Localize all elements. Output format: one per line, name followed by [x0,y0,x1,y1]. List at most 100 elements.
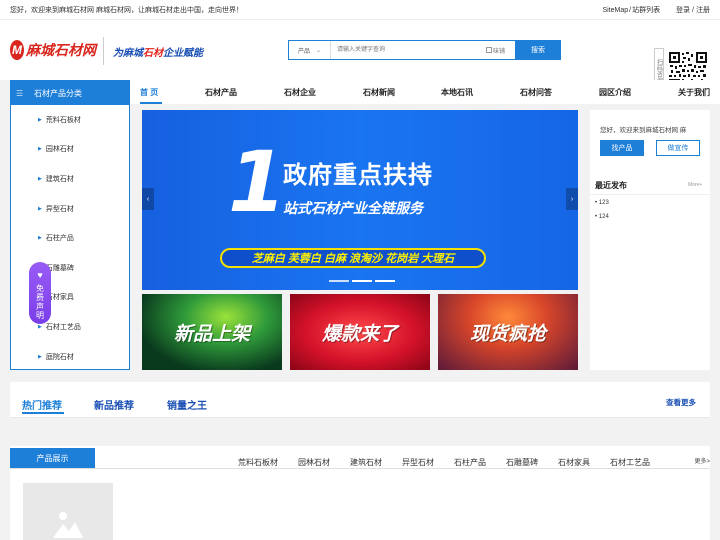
see-more-link[interactable]: 查看更多 [666,397,696,408]
hero-banner[interactable]: 1 政府重点扶持 站式石材产业全链服务 芝麻白 芙蓉白 白麻 浪淘沙 花岗岩 大… [142,110,578,290]
latest-item-label: 124 [598,214,609,220]
menu-icon: ☰ [16,88,24,98]
sidebar-item[interactable]: ▶ 建筑石材 [11,164,129,194]
logo-mark-icon: M [10,40,24,60]
separator: / [692,7,694,14]
latest-title: 最近发布 [595,181,627,190]
latest-more-link[interactable]: More+ [688,182,702,188]
search-category-value: 产品 [297,48,310,55]
triangle-right-icon: ▶ [38,116,42,123]
top-links: SiteMap/站群列表 登录 / 注册 [598,5,710,15]
tab-best-sellers[interactable]: 销量之王 [167,397,207,412]
nav-item-park[interactable]: 园区介绍 [599,87,631,98]
product-section-title: 产品展示 [10,448,95,468]
product-category-link[interactable]: 石材家具 [558,457,590,468]
sidebar-item[interactable]: ▶ 石柱产品 [11,223,129,253]
sidebar-item[interactable]: ▶ 庭院石材 [11,342,129,372]
user-greeting: 您好，欢迎来到麻城石材网 麻 [600,127,687,134]
main-nav: 首 页 石材产品 石材企业 石材新闻 本地石讯 石材问答 园区介绍 关于我们 [130,80,720,104]
heart-icon: ♥ [37,270,43,280]
sidebar-item-label: 异型石材 [45,205,74,213]
triangle-right-icon: ▶ [38,205,42,212]
triangle-right-icon: ▶ [38,353,42,360]
product-category-link[interactable]: 石柱产品 [454,457,486,468]
free-statement-badge[interactable]: ♥ 免费声明 [29,262,51,324]
sidebar-item-label: 荒料石板材 [45,116,81,124]
product-category-link[interactable]: 荒料石板材 [238,457,278,468]
product-category-link[interactable]: 石雕墓碑 [506,457,538,468]
free-statement-label: 免费声明 [35,284,45,320]
checkbox-icon [486,47,492,53]
promo-new-arrivals[interactable]: 新品上架 [142,294,282,370]
latest-item[interactable]: • 124 [595,214,609,220]
banner-subline: 站式石材产业全链服务 [283,200,423,216]
separator: / [629,7,632,14]
login-link[interactable]: 登录 [676,7,690,14]
register-link[interactable]: 注册 [696,7,710,14]
site-logo[interactable]: M 麻城石材网 [10,40,96,60]
header: M 麻城石材网 为麻城石材企业赋能 产品 ⌄ 味铺 搜索 扫码咨询 [0,20,720,94]
search-button[interactable]: 搜索 [515,40,561,60]
promo-label: 爆款来了 [321,323,398,345]
product-card[interactable] [23,483,113,540]
promo-label: 新品上架 [173,323,250,345]
latest-item[interactable]: • 123 [595,200,609,206]
tab-hot[interactable]: 热门推荐 [22,397,62,412]
promo-label: 现货疯抢 [469,323,546,345]
sidebar-title: 石材产品分类 [34,88,82,98]
search-input[interactable] [331,41,486,59]
product-category-link[interactable]: 石材工艺品 [610,457,650,468]
sidebar-item-label: 石柱产品 [45,235,74,243]
sidebar-header: ☰ 石材产品分类 [11,81,129,105]
sitemap-link[interactable]: SiteMap [602,7,628,14]
nav-item-news[interactable]: 石材新闻 [363,87,395,98]
user-panel: 您好，欢迎来到麻城石材网 麻 找产品 做宣传 最近发布 More+ • 123 … [590,110,710,370]
promo-hot-items[interactable]: 爆款来了 [290,294,430,370]
banner-stone-types: 芝麻白 芙蓉白 白麻 浪淘沙 花岗岩 大理石 [220,248,486,268]
sidebar-item[interactable]: ▶ 荒料石板材 [11,105,129,135]
triangle-right-icon: ▶ [38,175,42,182]
sidebar-item-label: 石材工艺品 [45,323,81,331]
recommend-tabs: 热门推荐 新品推荐 销量之王 查看更多 [10,382,710,418]
product-category-link[interactable]: 园林石材 [298,457,330,468]
slogan-post: 企业赋能 [163,48,203,59]
carousel-dot[interactable] [329,280,349,282]
nav-item-local-news[interactable]: 本地石讯 [441,87,473,98]
search-bar: 产品 ⌄ 味铺 搜索 [288,40,561,60]
search-category-select[interactable]: 产品 ⌄ [289,41,331,59]
sidebar-item[interactable]: ▶ 异型石材 [11,194,129,224]
search-filter-checkbox[interactable]: 味铺 [486,41,512,59]
tab-active-indicator [22,412,64,414]
find-product-button[interactable]: 找产品 [600,140,644,156]
logo-text: 麻城石材网 [26,42,96,58]
slogan: 为麻城石材企业赋能 [113,44,203,59]
sidebar-item[interactable]: ▶ 园林石材 [11,135,129,165]
promote-button[interactable]: 做宣传 [656,140,700,156]
promo-in-stock[interactable]: 现货疯抢 [438,294,578,370]
carousel-next-button[interactable]: › [566,188,578,210]
product-category-link[interactable]: 异型石材 [402,457,434,468]
welcome-text: 您好，欢迎来到麻城石材网 麻城石材网，让麻城石材走出中国，走向世界！ [10,7,243,14]
nav-item-qa[interactable]: 石材问答 [520,87,552,98]
station-list-link[interactable]: 站群列表 [632,7,660,14]
carousel-dot[interactable] [375,280,395,282]
sidebar-item-label: 建筑石材 [45,175,74,183]
triangle-right-icon: ▶ [38,235,42,242]
image-placeholder-icon [53,508,83,538]
nav-item-companies[interactable]: 石材企业 [284,87,316,98]
nav-item-home[interactable]: 首 页 [140,87,158,98]
nav-active-indicator [140,102,162,104]
product-category-link[interactable]: 建筑石材 [350,457,382,468]
banner-big-number: 1 [228,133,287,231]
nav-item-about[interactable]: 关于我们 [678,87,710,98]
product-more-link[interactable]: 更多> [694,456,710,465]
product-category-sidebar: ☰ 石材产品分类 ▶ 荒料石板材 ▶ 园林石材 ▶ 建筑石材 ▶ 异型石材 ▶ 石柱产品 … [10,80,130,370]
tab-new[interactable]: 新品推荐 [94,397,134,412]
nav-item-products[interactable]: 石材产品 [205,87,237,98]
chevron-down-icon: ⌄ [315,47,322,54]
carousel-prev-button[interactable]: ‹ [142,188,154,210]
product-showcase: 产品展示 荒料石板材 园林石材 建筑石材 异型石材 石柱产品 石雕墓碑 石材家具… [10,446,710,540]
banner-headline: 政府重点扶持 [283,162,433,189]
carousel-dot[interactable] [352,280,372,282]
divider [590,194,710,195]
